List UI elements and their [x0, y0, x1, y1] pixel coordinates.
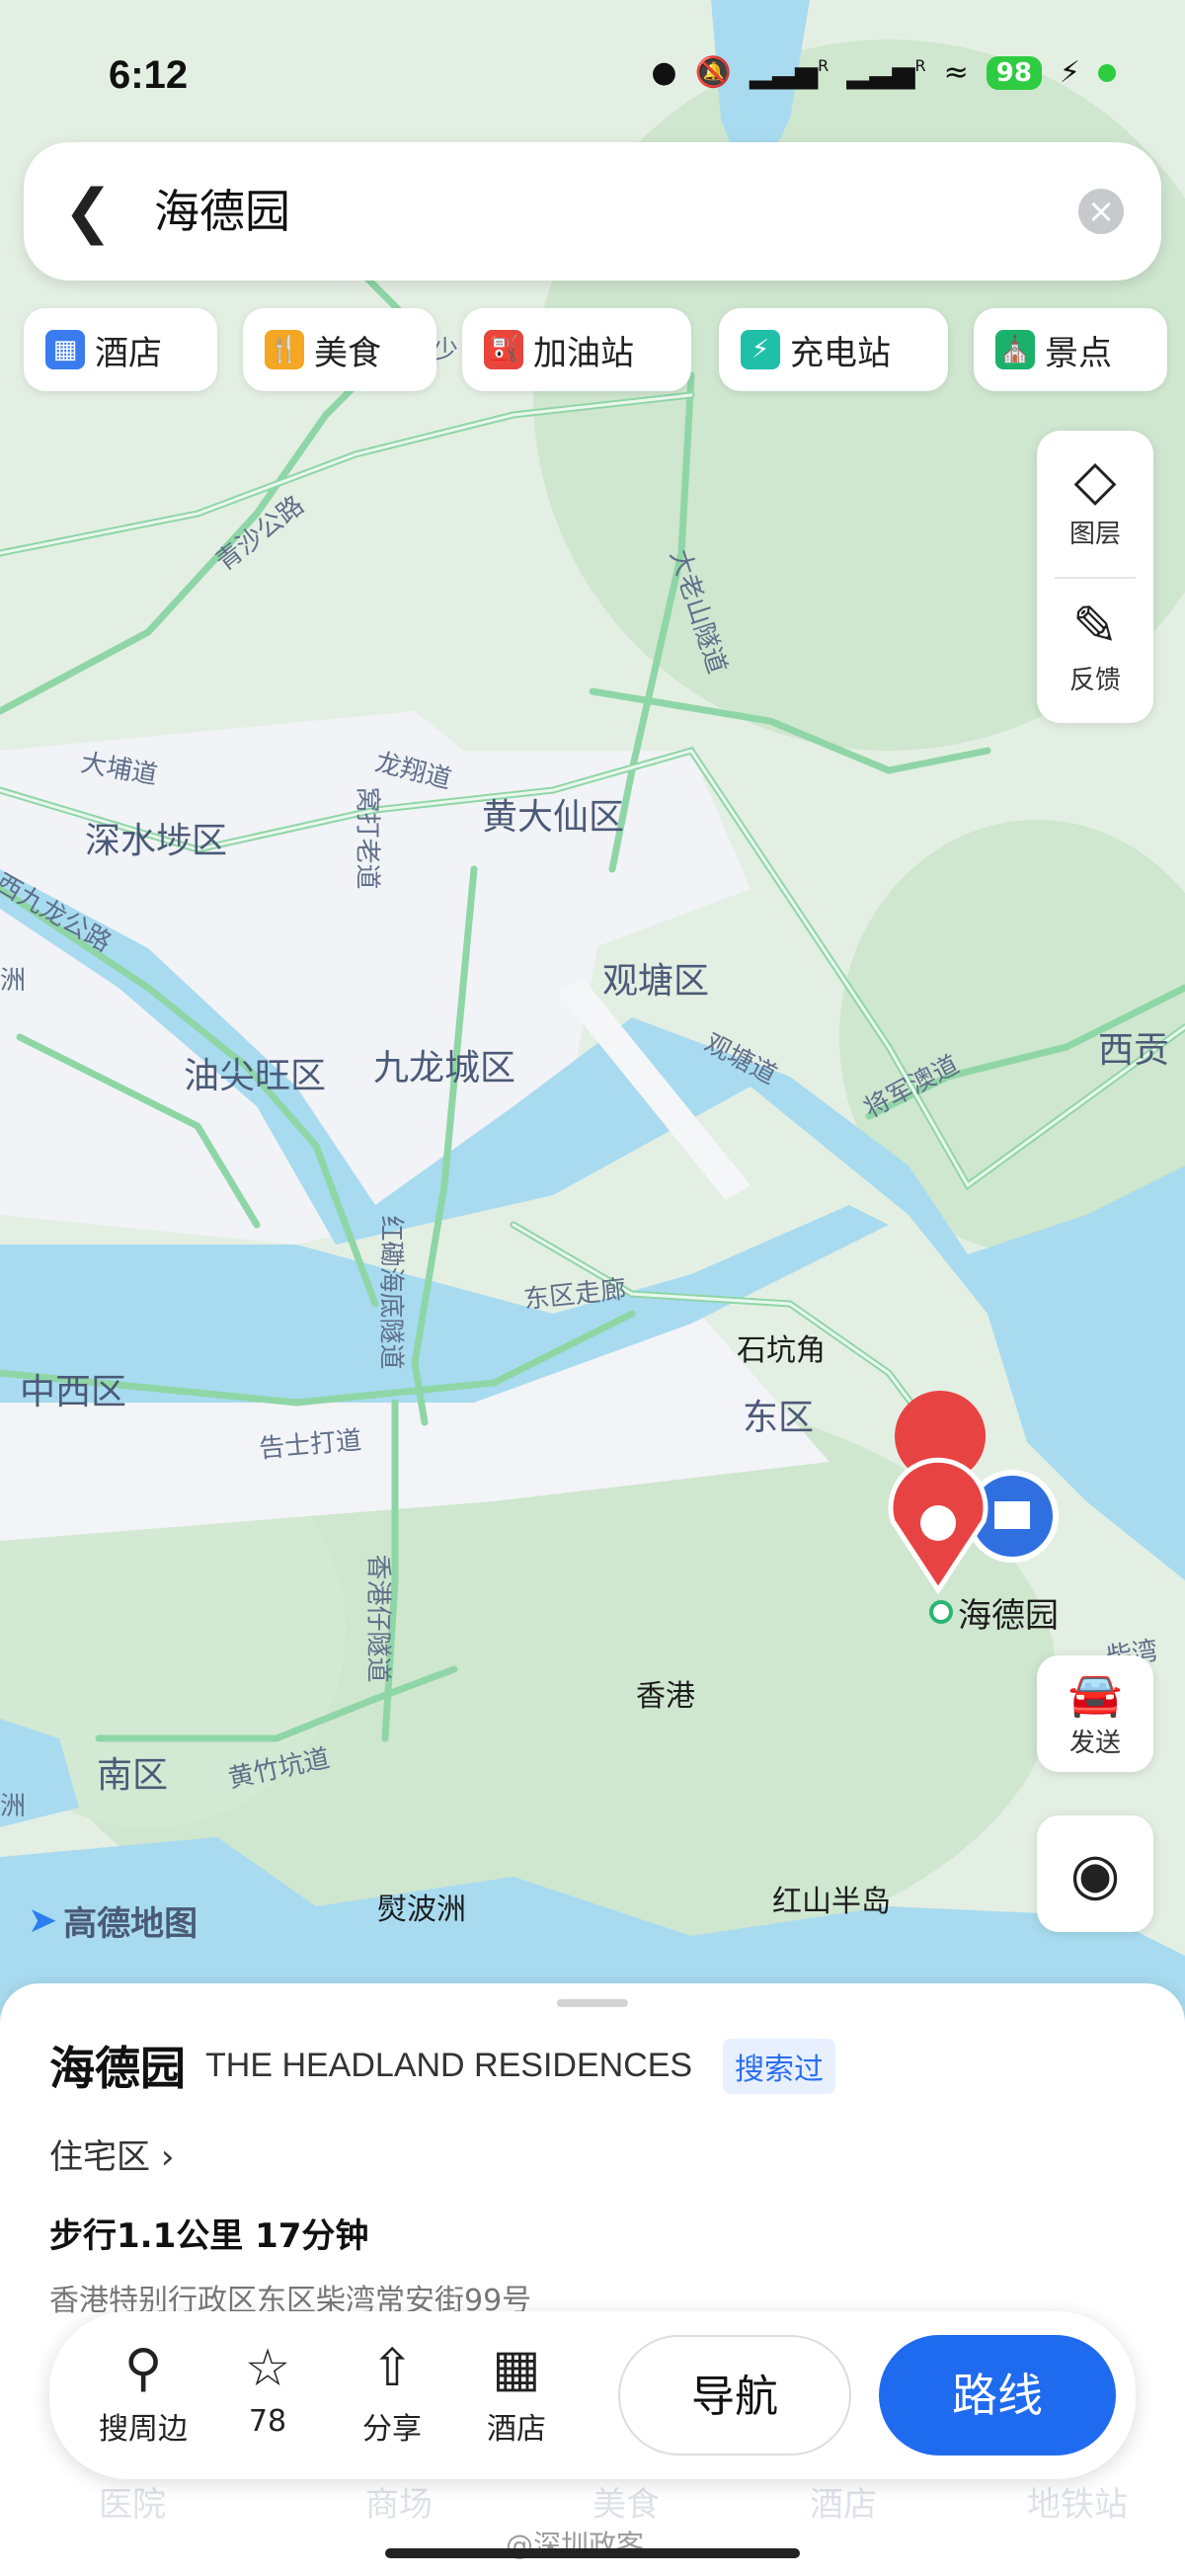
close-circle-icon[interactable]: ×	[1078, 189, 1124, 234]
search-bar[interactable]: ❮ 海德园 ×	[24, 142, 1161, 281]
place-name-en: THE HEADLAND RESIDENCES	[205, 2047, 693, 2084]
map-view[interactable]: 深水埗区 黄大仙区 观塘区 油尖旺区 九龙城区 中西区 东区 南区 西贡 香港 …	[0, 0, 1185, 2025]
category-chips: ▦ 酒店 🍴 美食 ⛽ 加油站 ⚡ 充电站 ⛪ 景点	[24, 308, 1185, 393]
send-to-car-button[interactable]: 🚘 发送	[1037, 1655, 1153, 1772]
navigate-button[interactable]: 导航	[618, 2335, 851, 2455]
walking-distance: 步行1.1公里 17分钟	[49, 2216, 369, 2256]
mute-icon: 🔕	[694, 55, 732, 90]
signal-icon: ▂▃▅R	[749, 55, 830, 90]
share-icon: ⇧	[370, 2339, 414, 2398]
map-label: 红山半岛	[772, 1885, 891, 1919]
sheet-grabber[interactable]	[557, 1999, 628, 2007]
marker-label[interactable]: 海德园	[958, 1588, 1059, 1637]
star-icon: ☆	[244, 2339, 291, 2398]
chevron-left-icon[interactable]: ❮	[63, 172, 122, 251]
fork-knife-icon: 🍴	[265, 330, 304, 369]
ghost-item: 酒店	[810, 2485, 877, 2525]
map-label: 西贡	[1098, 1030, 1170, 1071]
map-label: 观塘区	[602, 961, 710, 1002]
favorite-button[interactable]: ☆ 78	[213, 2339, 322, 2439]
chip-scenic[interactable]: ⛪ 景点	[974, 308, 1167, 391]
road-label: 洲	[0, 1792, 27, 1821]
chevron-right-icon: ›	[160, 2137, 175, 2177]
ghost-item: 医院	[99, 2485, 166, 2525]
search-icon: ⚲	[123, 2339, 163, 2398]
map-logo: ➤ 高德地图	[28, 1900, 198, 1944]
status-bar: 6:12 ● 🔕 ▂▃▅R ▂▃▅R ≈ 98 ⚡	[0, 47, 1185, 111]
map-label: 深水埗区	[85, 821, 228, 861]
action-bar: ⚲ 搜周边 ☆ 78 ⇧ 分享 ▦ 酒店 导航 路线	[49, 2311, 1136, 2479]
searched-badge: 搜索过	[723, 2039, 835, 2094]
map-tools-panel: ◇ 图层 ✎ 反馈	[1037, 431, 1153, 723]
nearby-button[interactable]: ⚲ 搜周边	[89, 2339, 198, 2448]
home-indicator[interactable]	[385, 2548, 800, 2558]
gas-station-icon: ⛽	[484, 330, 523, 369]
pencil-icon: ✎	[1071, 595, 1119, 659]
car-send-icon: 🚘	[1067, 1669, 1123, 1720]
chip-gas[interactable]: ⛽ 加油站	[462, 308, 691, 391]
pavilion-icon: ⛪	[995, 330, 1035, 369]
charging-icon: ⚡	[741, 330, 780, 369]
chip-hotel[interactable]: ▦ 酒店	[24, 308, 217, 391]
ghost-item: 地铁站	[1027, 2485, 1128, 2525]
map-label: 南区	[97, 1755, 169, 1796]
chip-food[interactable]: 🍴 美食	[243, 308, 436, 391]
privacy-dot-icon	[1098, 63, 1116, 82]
layers-button[interactable]: ◇ 图层	[1037, 431, 1153, 577]
search-query[interactable]: 海德园	[154, 176, 290, 247]
status-icons: ● 🔕 ▂▃▅R ▂▃▅R ≈ 98 ⚡	[651, 55, 1116, 90]
place-name: 海德园	[49, 2042, 186, 2095]
map-label: 中西区	[20, 1372, 127, 1412]
status-time: 6:12	[109, 53, 189, 97]
locate-button[interactable]: ◉	[1037, 1815, 1153, 1932]
location-icon: ●	[651, 55, 677, 90]
map-label: 石坑角	[737, 1333, 826, 1368]
charging-bolt-icon: ⚡	[1059, 55, 1080, 90]
map-label: 东区	[743, 1398, 815, 1438]
signal-icon: ▂▃▅R	[846, 55, 926, 90]
map-label: 熨波洲	[377, 1892, 466, 1927]
map-label: 九龙城区	[373, 1048, 516, 1088]
map-label: 香港	[636, 1679, 695, 1714]
hotel-button[interactable]: ▦ 酒店	[462, 2339, 571, 2448]
ghost-item: 商场	[365, 2485, 433, 2525]
layers-icon: ◇	[1073, 448, 1117, 513]
map-label: 黄大仙区	[482, 797, 625, 838]
road-label: 香港仔隧道	[362, 1554, 393, 1683]
locate-icon: ◉	[1069, 1840, 1121, 1907]
chip-charging[interactable]: ⚡ 充电站	[719, 308, 948, 391]
ghost-item: 美食	[592, 2485, 660, 2525]
road-label: 红磡海底隧道	[375, 1215, 406, 1370]
map-label: 油尖旺区	[184, 1056, 327, 1096]
hotel-icon: ▦	[45, 330, 85, 369]
hotel-icon: ▦	[492, 2339, 541, 2398]
map-canvas	[0, 0, 1185, 2025]
battery-indicator: 98	[986, 55, 1042, 90]
road-label: 窝打老道	[352, 786, 382, 890]
amap-arrow-icon: ➤	[28, 1900, 58, 1941]
wifi-icon: ≈	[943, 55, 969, 90]
feedback-button[interactable]: ✎ 反馈	[1037, 577, 1153, 723]
road-label: 洲	[0, 966, 27, 996]
share-button[interactable]: ⇧ 分享	[338, 2339, 446, 2448]
route-button[interactable]: 路线	[879, 2335, 1116, 2455]
place-category[interactable]: 住宅区 ›	[49, 2130, 174, 2178]
